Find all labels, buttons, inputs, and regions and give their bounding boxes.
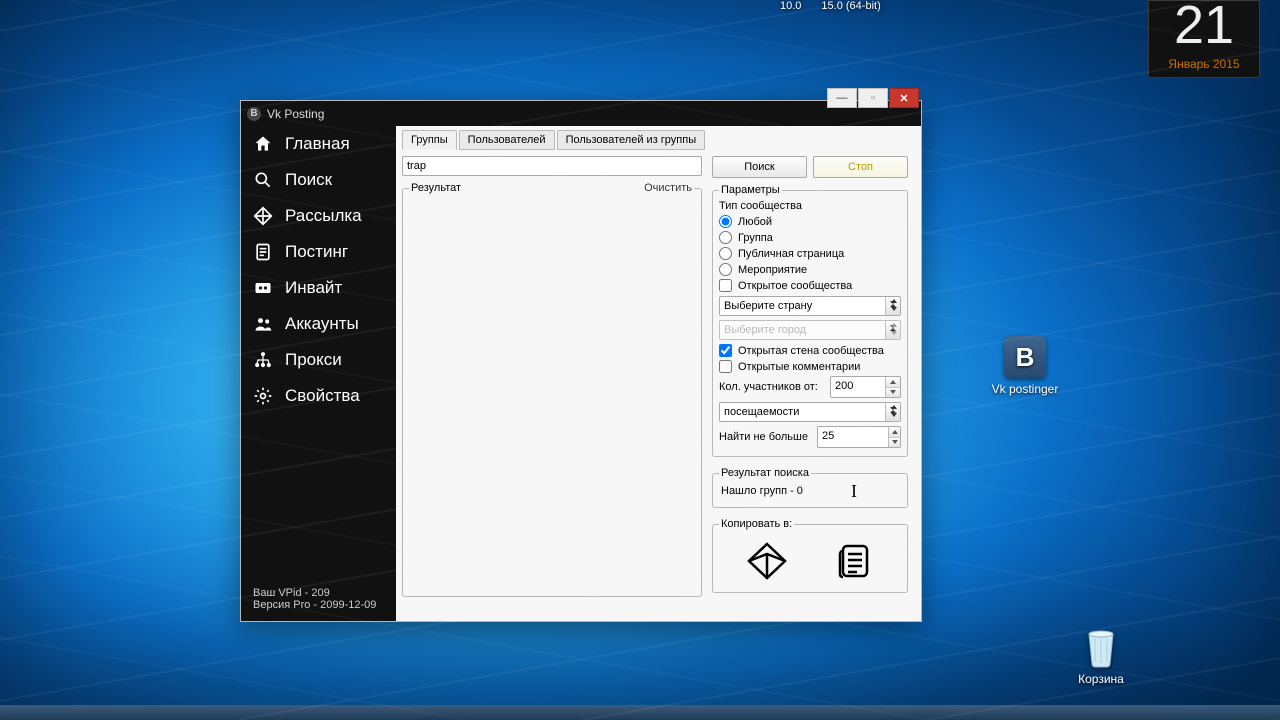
result-panel: Результат Очистить	[402, 182, 702, 597]
members-from-label: Кол. участников от:	[719, 381, 824, 393]
clear-link[interactable]: Очистить	[644, 182, 692, 194]
search-icon	[251, 170, 275, 190]
sidebar-item-label: Поиск	[285, 170, 332, 190]
vpid-label: Ваш VPid - 209	[253, 587, 384, 599]
copy-to-posting-button[interactable]	[827, 538, 881, 584]
window-close-button[interactable]: ✕	[889, 88, 919, 108]
home-icon	[251, 134, 275, 154]
check-open-community[interactable]: Открытое сообщества	[719, 279, 901, 292]
sidebar-item-label: Главная	[285, 134, 350, 154]
result-legend: Результат	[411, 182, 461, 194]
app-title: Vk Posting	[267, 107, 324, 121]
country-select[interactable]: Выберите страну	[719, 296, 901, 316]
send-icon	[251, 206, 275, 226]
sidebar-item-settings[interactable]: Свойства	[241, 378, 396, 414]
spinner-buttons[interactable]	[888, 427, 900, 447]
check-open-wall[interactable]: Открытая стена сообщества	[719, 344, 901, 357]
find-max-label: Найти не больше	[719, 431, 811, 443]
members-from-spinner[interactable]	[830, 376, 901, 398]
search-result-panel: Результат поиска Нашло групп - 0	[712, 467, 908, 508]
sidebar-footer: Ваш VPid - 209 Версия Pro - 2099-12-09	[241, 579, 396, 621]
find-max-spinner[interactable]	[817, 426, 901, 448]
result-list[interactable]	[409, 198, 695, 590]
network-icon	[251, 350, 275, 370]
search-result-legend: Результат поиска	[719, 467, 811, 479]
community-type-label: Тип сообщества	[719, 200, 901, 212]
desktop-icon-vkpostinger[interactable]: B Vk postinger	[980, 336, 1070, 396]
find-max-input[interactable]	[818, 427, 888, 445]
invite-icon	[251, 278, 275, 298]
main-panel: Группы Пользователей Пользователей из гр…	[396, 126, 921, 621]
window-maximize-button[interactable]: ▫	[858, 88, 888, 108]
copy-legend: Копировать в:	[719, 518, 794, 530]
radio-any[interactable]: Любой	[719, 215, 901, 228]
window-minimize-button[interactable]: —	[827, 88, 857, 108]
sidebar-item-label: Постинг	[285, 242, 348, 262]
radio-group[interactable]: Группа	[719, 231, 901, 244]
sort-select[interactable]: посещаемости	[719, 402, 901, 422]
sidebar-item-label: Свойства	[285, 386, 360, 406]
sidebar-item-accounts[interactable]: Аккаунты	[241, 306, 396, 342]
parameters-panel: Параметры Тип сообщества Любой Группа Пу…	[712, 184, 908, 457]
check-open-comments[interactable]: Открытые комментарии	[719, 360, 901, 373]
sidebar-item-invite[interactable]: Инвайт	[241, 270, 396, 306]
tab-users[interactable]: Пользователей	[459, 130, 555, 150]
stop-button[interactable]: Стоп	[813, 156, 908, 178]
desktop-icon-recycle-bin[interactable]: Корзина	[1056, 626, 1146, 686]
search-button[interactable]: Поиск	[712, 156, 807, 178]
clock-month: Январь 2015	[1149, 53, 1259, 77]
sidebar-item-label: Прокси	[285, 350, 342, 370]
sidebar-item-label: Рассылка	[285, 206, 362, 226]
radio-public-page[interactable]: Публичная страница	[719, 247, 901, 260]
desktop-icon-label: Корзина	[1056, 672, 1146, 686]
sidebar-item-home[interactable]: Главная	[241, 126, 396, 162]
tab-users-from-group[interactable]: Пользователей из группы	[557, 130, 706, 150]
tab-groups[interactable]: Группы	[402, 130, 457, 150]
app-icon: B	[247, 107, 261, 121]
search-query-input[interactable]	[402, 156, 702, 176]
users-icon	[251, 314, 275, 334]
copy-panel: Копировать в:	[712, 518, 908, 593]
parameters-legend: Параметры	[719, 184, 782, 196]
document-icon	[251, 242, 275, 262]
tabs: Группы Пользователей Пользователей из гр…	[402, 130, 913, 150]
app-window: — ▫ ✕ B Vk Posting Главная Поиск	[240, 100, 922, 622]
sidebar-item-label: Аккаунты	[285, 314, 359, 334]
sidebar: Главная Поиск Рассылка Постинг	[241, 126, 396, 621]
background-app-hint: 10.015.0 (64-bit)	[780, 0, 901, 12]
taskbar[interactable]	[0, 705, 1280, 720]
sidebar-item-label: Инвайт	[285, 278, 342, 298]
desktop-icon-label: Vk postinger	[980, 382, 1070, 396]
clock-gadget: 21 Январь 2015	[1148, 0, 1260, 78]
sidebar-item-search[interactable]: Поиск	[241, 162, 396, 198]
sidebar-item-mailing[interactable]: Рассылка	[241, 198, 396, 234]
vk-logo-icon: B	[1004, 336, 1046, 378]
sidebar-item-posting[interactable]: Постинг	[241, 234, 396, 270]
copy-to-mailing-button[interactable]	[740, 538, 794, 584]
members-from-input[interactable]	[831, 377, 885, 395]
radio-event[interactable]: Мероприятие	[719, 263, 901, 276]
sidebar-item-proxy[interactable]: Прокси	[241, 342, 396, 378]
recycle-bin-icon	[1080, 626, 1122, 668]
clock-day: 21	[1149, 0, 1259, 53]
gear-icon	[251, 386, 275, 406]
city-select: Выберите город	[719, 320, 901, 340]
found-count: Нашло групп - 0	[719, 483, 901, 501]
spinner-buttons[interactable]	[885, 377, 900, 397]
titlebar[interactable]: B Vk Posting	[241, 101, 921, 126]
version-label: Версия Pro - 2099-12-09	[253, 599, 384, 611]
